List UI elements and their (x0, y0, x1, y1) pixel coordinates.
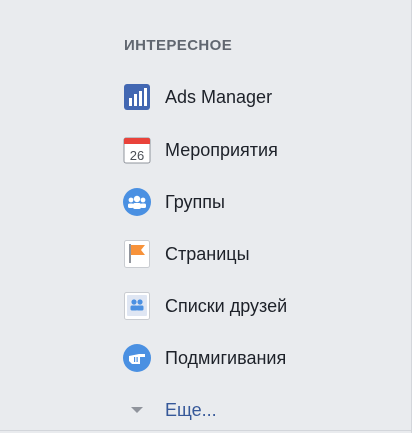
flag-icon (123, 240, 151, 268)
ads-manager-icon (123, 83, 151, 111)
sidebar-item-pages[interactable]: Страницы (118, 233, 388, 275)
sidebar-item-ads-manager[interactable]: Ads Manager (118, 76, 388, 118)
panel-right-border (411, 0, 412, 433)
sidebar-item-label: Ads Manager (165, 86, 273, 107)
groups-icon (123, 188, 151, 216)
sidebar-item-label: Мероприятия (165, 139, 278, 160)
sidebar-item-events[interactable]: 26 Мероприятия (118, 129, 388, 171)
sidebar-item-pokes[interactable]: Подмигивания (118, 337, 388, 379)
poke-icon (123, 344, 151, 372)
more-label: Еще... (165, 399, 217, 420)
left-sidebar: ИНТЕРЕСНОЕ Ads Manager 26 Мероприятия Гр… (0, 0, 412, 433)
friend-lists-icon (123, 292, 151, 320)
calendar-day: 26 (130, 148, 144, 163)
sidebar-item-friend-lists[interactable]: Списки друзей (118, 285, 388, 327)
sidebar-item-label: Списки друзей (165, 295, 288, 316)
section-title: ИНТЕРЕСНОЕ (124, 37, 233, 54)
sidebar-item-label: Страницы (165, 243, 250, 264)
sidebar-item-label: Группы (165, 191, 225, 212)
sidebar-more-link[interactable]: Еще... (118, 389, 388, 431)
sidebar-item-groups[interactable]: Группы (118, 181, 388, 223)
caret-down-icon (123, 396, 151, 424)
calendar-icon: 26 (123, 136, 151, 164)
panel-bottom-border (0, 430, 412, 431)
sidebar-item-label: Подмигивания (165, 347, 287, 368)
